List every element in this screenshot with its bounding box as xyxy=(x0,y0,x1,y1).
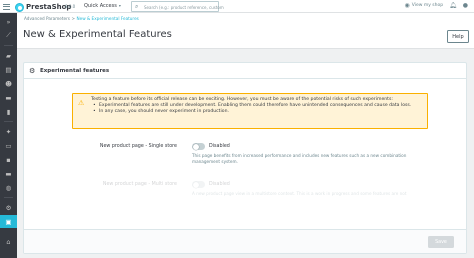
search-placeholder: Search (e.g.: product reference, custom xyxy=(144,4,224,10)
page-title: New & Experimental Features xyxy=(23,29,172,40)
sidebar-divider xyxy=(4,121,13,122)
alert-bullet: In any case, you should never experiment… xyxy=(91,109,421,115)
warning-icon: ⚠ xyxy=(78,99,85,107)
experimental-features-panel: ⚙ Experimental features ⚠ Testing a feat… xyxy=(23,62,467,254)
catalog-icon[interactable]: ▤ xyxy=(0,63,17,76)
feature-state: Disabled xyxy=(209,144,230,149)
page-header: Advanced Parameters > New & Experimental F… xyxy=(17,13,474,49)
orders-icon[interactable]: ▰ xyxy=(0,49,17,62)
sidebar-divider xyxy=(4,197,13,198)
panel-header: ⚙ Experimental features xyxy=(24,63,466,79)
warning-alert: ⚠ Testing a feature before its official … xyxy=(72,93,428,129)
top-bar: PrestaShop 8.0.0 Quick Access ▾ ⌕ Search … xyxy=(0,0,474,13)
shipping-icon[interactable]: ▪ xyxy=(0,153,17,166)
menu-toggle-icon[interactable] xyxy=(0,0,13,13)
feature-help-text: This page benefits from increased perfor… xyxy=(192,153,407,164)
feature-label: New product page - Multi store xyxy=(102,182,177,187)
feature-toggle-switch[interactable] xyxy=(192,181,205,188)
dashboard-icon[interactable]: ⟋ xyxy=(0,29,17,42)
stats-icon[interactable]: ▮ xyxy=(0,105,17,118)
alert-list: Experimental features are still under de… xyxy=(91,103,421,115)
customers-icon[interactable]: ☻ xyxy=(0,77,17,90)
home-icon[interactable]: ⌂ xyxy=(0,235,17,248)
settings-icon[interactable]: ⚙ xyxy=(0,201,17,214)
top-actions: ◉ View my shop 🔔︎ ● xyxy=(404,2,468,9)
sidebar: » ⟋ ▰ ▤ ☻ ▬ ▮ ✦ ▭ ▪ ▬ ◍ ⚙ ▣ ⌂ xyxy=(0,13,17,258)
breadcrumb-separator: > xyxy=(71,16,75,21)
help-button[interactable]: Help xyxy=(447,30,469,43)
feature-state: Disabled xyxy=(209,182,230,187)
panel-footer: Save xyxy=(24,229,466,253)
design-icon[interactable]: ▭ xyxy=(0,139,17,152)
user-icon[interactable]: ● xyxy=(463,2,468,9)
search-input[interactable]: ⌕ Search (e.g.: product reference, custo… xyxy=(131,1,224,12)
panel-title: Experimental features xyxy=(40,67,110,74)
search-icon: ⌕ xyxy=(135,3,139,10)
international-icon[interactable]: ◍ xyxy=(0,181,17,194)
gear-icon: ⚙ xyxy=(29,66,36,75)
version-label: 8.0.0 xyxy=(65,4,76,9)
logo[interactable]: PrestaShop xyxy=(15,2,71,12)
feature-help-text: A new product page view in a multistore … xyxy=(192,191,407,196)
prestashop-logo-icon xyxy=(15,2,24,12)
view-shop-link[interactable]: ◉ View my shop xyxy=(404,2,443,9)
payment-icon[interactable]: ▬ xyxy=(0,167,17,180)
messages-icon[interactable]: ▬ xyxy=(0,91,17,104)
feature-label: New product page - Single store xyxy=(99,144,177,149)
collapse-icon[interactable]: » xyxy=(0,15,17,28)
chevron-down-icon: ▾ xyxy=(118,3,121,8)
sidebar-divider xyxy=(4,45,13,46)
eye-icon: ◉ xyxy=(404,2,410,9)
alert-text: Testing a feature before its official re… xyxy=(91,97,421,114)
breadcrumb: Advanced Parameters > New & Experimental F… xyxy=(24,16,139,21)
advanced-parameters-icon[interactable]: ▣ xyxy=(0,215,17,228)
quick-access-label: Quick Access xyxy=(84,3,117,9)
breadcrumb-current[interactable]: New & Experimental Features xyxy=(77,16,139,21)
breadcrumb-parent[interactable]: Advanced Parameters xyxy=(24,16,70,21)
modules-icon[interactable]: ✦ xyxy=(0,125,17,138)
feature-toggle-switch[interactable] xyxy=(192,143,205,150)
view-shop-label: View my shop xyxy=(411,3,444,8)
save-button[interactable]: Save xyxy=(428,236,454,248)
notifications-icon[interactable]: 🔔︎ xyxy=(449,2,457,9)
quick-access-dropdown[interactable]: Quick Access ▾ xyxy=(84,3,121,9)
